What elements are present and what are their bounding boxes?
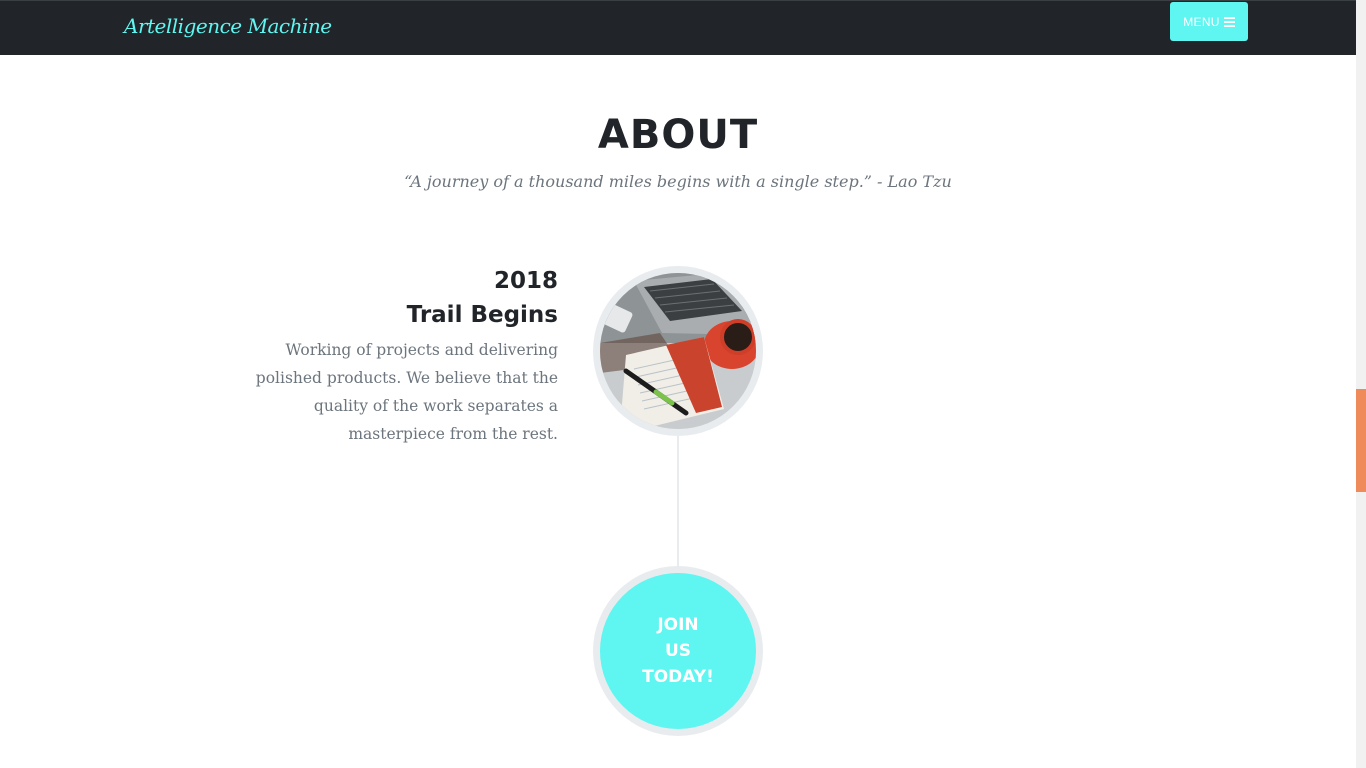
timeline-line [677,435,679,570]
hamburger-icon [1223,15,1235,29]
timeline-image-frame [593,266,763,436]
timeline-image [600,273,756,429]
scrollbar-thumb[interactable] [1356,389,1366,492]
join-us-line2: US [664,641,692,661]
timeline-year: 2018 [493,268,558,294]
about-quote: “A journey of a thousand miles begins wi… [404,172,952,191]
menu-button[interactable]: MENU [1170,2,1248,41]
scrollbar[interactable] [1356,0,1366,768]
join-us-line3: TODAY! [642,667,714,687]
join-us-circle[interactable]: JOIN US TODAY! [600,573,756,729]
brand-logo[interactable]: Artelligence Machine [124,14,332,38]
desk-workspace-photo [600,273,756,429]
timeline-event-title: Trail Begins [406,302,558,328]
navbar: Artelligence Machine MENU [0,0,1356,55]
timeline-event-body: Working of projects and delivering polis… [255,341,558,443]
menu-label: MENU [1183,14,1220,29]
join-us-button[interactable]: JOIN US TODAY! [593,566,763,736]
join-us-line1: JOIN [657,615,699,635]
join-us-text: JOIN US TODAY! [633,612,723,690]
page-title: ABOUT [597,112,759,158]
